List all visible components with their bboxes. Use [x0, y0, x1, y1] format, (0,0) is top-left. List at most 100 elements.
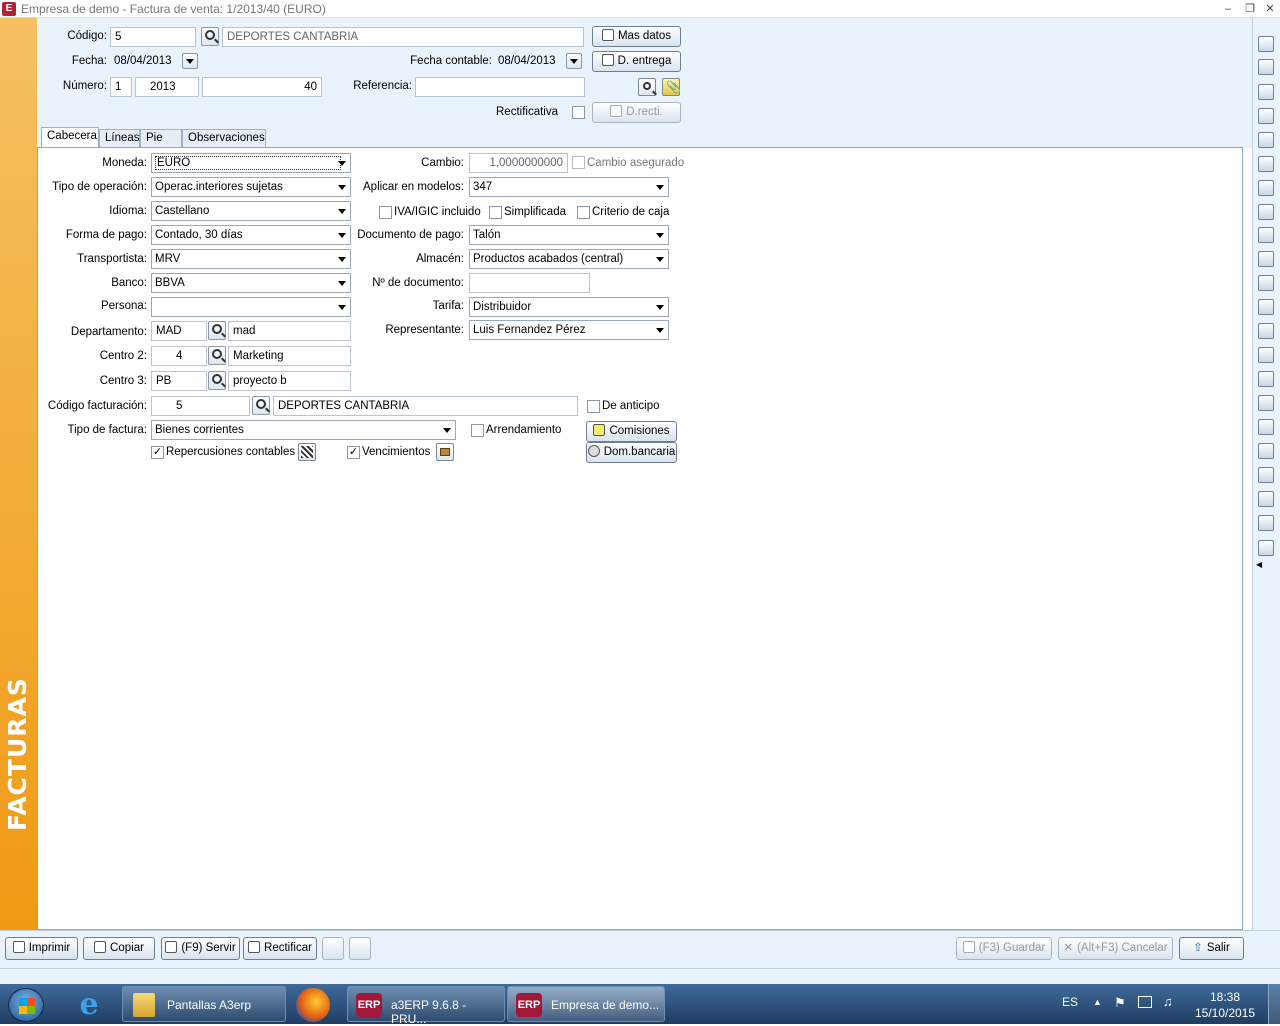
d-recti-button[interactable]: D.recti.: [592, 102, 681, 123]
close-icon[interactable]: ✕: [1262, 2, 1278, 16]
taskbar-folder-item[interactable]: Pantallas A3erp: [122, 986, 286, 1022]
blank-button-2[interactable]: [349, 937, 371, 960]
centro3-search-button[interactable]: [208, 371, 226, 390]
criterio-caja-checkbox[interactable]: [577, 206, 590, 219]
fecha-dropdown-button[interactable]: [182, 53, 198, 69]
language-indicator[interactable]: ES: [1062, 995, 1078, 1009]
gift-icon[interactable]: [1258, 36, 1274, 52]
servir-button[interactable]: (F9) Servir: [161, 937, 240, 960]
search-icon[interactable]: [1258, 395, 1274, 411]
cambio-input[interactable]: 1,0000000000: [469, 153, 568, 173]
vencimientos-button[interactable]: [436, 443, 454, 461]
layers-icon[interactable]: [1258, 371, 1274, 387]
clock-date[interactable]: 15/10/2015: [1190, 1006, 1260, 1020]
dom-bancaria-button[interactable]: Dom.bancaria: [586, 442, 677, 463]
attachment-button[interactable]: 📎: [662, 78, 681, 96]
transfer-icon[interactable]: [1258, 180, 1274, 196]
arrendamiento-checkbox[interactable]: [471, 424, 484, 437]
firefox-icon[interactable]: [296, 988, 330, 1022]
codigo-input[interactable]: 5: [110, 27, 196, 47]
transportista-select[interactable]: MRV: [151, 249, 351, 269]
show-hidden-icons-icon[interactable]: ▲: [1093, 997, 1102, 1007]
documento-pago-select[interactable]: Talón: [469, 225, 669, 245]
zoom-icon[interactable]: [1258, 467, 1274, 483]
network-icon[interactable]: [1138, 996, 1152, 1008]
volume-icon[interactable]: ♫: [1163, 994, 1173, 1009]
imprimir-button[interactable]: Imprimir: [5, 937, 78, 960]
documents-icon[interactable]: [1258, 108, 1274, 124]
departamento-search-button[interactable]: [208, 321, 226, 340]
bar-chart-icon[interactable]: [1258, 227, 1274, 243]
salir-button[interactable]: ⇧ Salir: [1179, 937, 1244, 960]
stack-icon[interactable]: [1258, 84, 1274, 100]
report-icon[interactable]: [1258, 491, 1274, 507]
person-icon[interactable]: [1258, 299, 1274, 315]
minimize-icon[interactable]: –: [1220, 2, 1236, 16]
n-documento-input[interactable]: [469, 273, 590, 293]
restore-icon[interactable]: ❐: [1242, 2, 1258, 16]
departamento-code-input[interactable]: MAD: [151, 321, 207, 341]
fecha-contable-dropdown-button[interactable]: [566, 53, 582, 69]
fecha-contable-input[interactable]: 08/04/2013: [494, 52, 564, 72]
iva-incluido-checkbox[interactable]: [379, 206, 392, 219]
tipo-factura-select[interactable]: Bienes corrientes: [151, 420, 456, 440]
referencia-input[interactable]: [415, 77, 585, 97]
search-list-icon[interactable]: [1258, 443, 1274, 459]
d-entrega-button[interactable]: D. entrega: [592, 51, 681, 72]
persona-select[interactable]: [151, 297, 351, 317]
search-doc-icon[interactable]: [1258, 419, 1274, 435]
tab-lineas[interactable]: Líneas: [99, 129, 140, 148]
collapse-arrow-icon[interactable]: ◀: [1256, 560, 1262, 569]
de-anticipo-checkbox[interactable]: [587, 400, 600, 413]
mas-datos-button[interactable]: Mas datos: [592, 26, 681, 47]
repercusiones-checkbox[interactable]: ✓: [151, 446, 164, 459]
moneda-select[interactable]: EURO: [151, 153, 351, 173]
numero-input[interactable]: 40: [202, 77, 322, 97]
almacen-select[interactable]: Productos acabados (central): [469, 249, 669, 269]
contact-icon[interactable]: [1258, 251, 1274, 267]
message-icon[interactable]: [1258, 515, 1274, 531]
taskbar-erp-item-2[interactable]: ERP Empresa de demo...: [507, 986, 665, 1022]
centro3-code-input[interactable]: PB: [151, 371, 207, 391]
chart-icon[interactable]: [1258, 204, 1274, 220]
rectificar-button[interactable]: Rectificar: [243, 937, 317, 960]
simplificada-checkbox[interactable]: [489, 206, 502, 219]
taskbar-erp-item-1[interactable]: ERP a3ERP 9.6.8 - PRU...: [347, 986, 505, 1026]
centro2-code-input[interactable]: 4: [151, 346, 207, 366]
folder-icon[interactable]: [1258, 156, 1274, 172]
print-icon[interactable]: [1258, 540, 1274, 556]
blank-button-1[interactable]: [322, 937, 344, 960]
codigo-facturacion-search-button[interactable]: [252, 396, 270, 415]
fecha-input[interactable]: 08/04/2013: [110, 52, 182, 72]
tarifa-select[interactable]: Distribuidor: [469, 297, 669, 317]
internet-explorer-icon[interactable]: e: [70, 988, 108, 1022]
tipo-operacion-select[interactable]: Operac.interiores sujetas: [151, 177, 351, 197]
banco-select[interactable]: BBVA: [151, 273, 351, 293]
preview-button[interactable]: [638, 78, 656, 96]
rectificativa-checkbox[interactable]: [572, 106, 585, 119]
codigo-search-button[interactable]: [201, 27, 219, 46]
guardar-button[interactable]: (F3) Guardar: [956, 937, 1052, 960]
user-search-icon[interactable]: [1258, 323, 1274, 339]
aplicar-modelos-select[interactable]: 347: [469, 177, 669, 197]
briefcase-icon[interactable]: [1258, 59, 1274, 75]
show-desktop-button[interactable]: [1268, 984, 1280, 1024]
vencimientos-checkbox[interactable]: ✓: [347, 446, 360, 459]
idioma-select[interactable]: Castellano: [151, 201, 351, 221]
numero-year-input[interactable]: 2013: [135, 77, 199, 97]
copiar-button[interactable]: Copiar: [83, 937, 155, 960]
representante-select[interactable]: Luis Fernandez Pérez: [469, 320, 669, 340]
clock-time[interactable]: 18:38: [1190, 990, 1260, 1004]
tab-cabecera[interactable]: Cabecera: [41, 127, 99, 147]
repercusiones-button[interactable]: [298, 443, 316, 461]
forma-pago-select[interactable]: Contado, 30 días: [151, 225, 351, 245]
numero-serie-input[interactable]: 1: [110, 77, 132, 97]
centro2-search-button[interactable]: [208, 346, 226, 365]
export-icon[interactable]: [1258, 132, 1274, 148]
cancelar-button[interactable]: ✕ (Alt+F3) Cancelar: [1058, 937, 1173, 960]
statistics-icon[interactable]: [1258, 275, 1274, 291]
tab-observaciones[interactable]: Observaciones: [182, 129, 266, 148]
comisiones-button[interactable]: Comisiones: [586, 421, 677, 442]
tab-pie[interactable]: Pie: [140, 129, 182, 148]
cambio-asegurado-checkbox[interactable]: [572, 156, 585, 169]
